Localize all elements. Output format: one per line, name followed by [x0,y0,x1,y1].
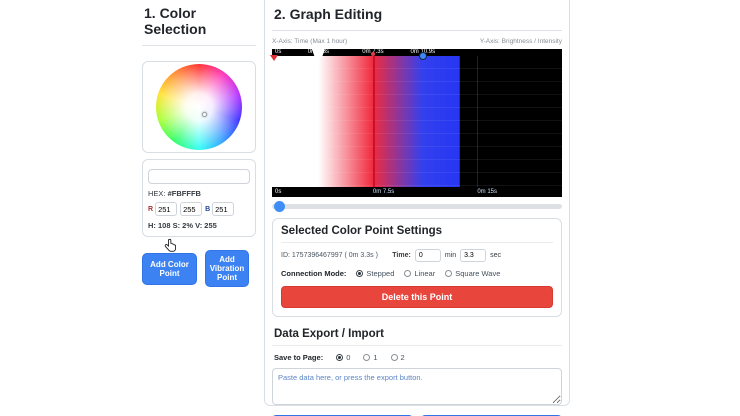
radio-square-wave[interactable]: Square Wave [445,269,500,278]
timeline-scroll-slider[interactable] [272,204,562,209]
radio-page-2-circle[interactable] [391,354,398,361]
selected-time-line [373,56,375,187]
time-minutes-input[interactable] [415,249,441,262]
x-axis-label: X-Axis: Time (Max 1 hour) [272,38,347,45]
radio-page-2-label: 2 [401,353,405,362]
radio-page-1-circle[interactable] [363,354,370,361]
r-input[interactable] [155,202,177,216]
color-selection-title: 1. Color Selection [142,0,256,46]
color-selection-panel: 1. Color Selection HEX: #FBFFFB R G [142,0,256,287]
gridline-15s [477,56,478,187]
y-axis-label: Y-Axis: Brightness / Intensity [480,38,562,45]
delete-point-button[interactable]: Delete this Point [281,286,553,308]
time-group: Time: min sec [392,249,501,262]
slider-handle[interactable] [274,201,285,212]
export-section-title: Data Export / Import [272,328,562,346]
graph-bottom-axis: 0s 0m 7.5s 0m 15s [272,187,562,197]
connection-mode-row: Connection Mode: Stepped Linear Square W… [281,269,553,278]
graph-gradient-plot[interactable] [272,56,562,187]
radio-linear-label: Linear [414,269,435,278]
b-input[interactable] [212,202,234,216]
rgb-row: R G B [148,202,250,216]
min-unit-label: min [445,252,456,259]
data-export-import-section: Data Export / Import Save to Page: 0 1 2 [272,328,562,416]
radio-page-0-circle[interactable] [336,354,343,361]
axis-labels-row: X-Axis: Time (Max 1 hour) Y-Axis: Bright… [272,38,562,45]
color-point-marker-blue[interactable] [419,52,427,60]
left-buttons-row: Add Color Point Add Vibration Point [142,250,256,287]
axis-tick-0s: 0s [275,187,281,197]
color-wheel[interactable] [156,64,242,150]
data-import-textarea[interactable] [272,368,562,405]
radio-page-1[interactable]: 1 [363,353,377,362]
sec-unit-label: sec [490,252,501,259]
app-window: 1. Color Selection HEX: #FBFFFB R G [0,0,740,416]
point-id-text: ID: 1757396467997 ( 0m 3.3s ) [281,252,392,259]
graph-editing-title: 2. Graph Editing [272,5,562,31]
timeline-graph[interactable]: 0s 0m 3.3s 0m 7.3s 0m 10.9s 0s 0m 7.5s 0… [272,49,562,197]
save-to-page-row: Save to Page: 0 1 2 [272,353,562,362]
add-color-point-button[interactable]: Add Color Point [142,253,197,285]
b-label: B [205,206,210,213]
connection-mode-label: Connection Mode: [281,269,346,278]
g-label: G [180,0,185,7]
radio-page-1-label: 1 [373,353,377,362]
color-point-marker-selected[interactable] [312,49,325,58]
axis-tick-15s: 0m 15s [477,187,497,197]
radio-page-0[interactable]: 0 [336,353,350,362]
hex-value: #FBFFFB [168,189,201,198]
radio-page-2[interactable]: 2 [391,353,405,362]
color-point-marker-red[interactable] [371,52,375,56]
playhead-marker[interactable] [270,55,278,61]
radio-square-wave-label: Square Wave [455,269,500,278]
radio-linear[interactable]: Linear [404,269,435,278]
hex-line: HEX: #FBFFFB [148,189,250,198]
graph-editing-panel: 2. Graph Editing X-Axis: Time (Max 1 hou… [264,0,570,406]
color-values-card: HEX: #FBFFFB R G B H: 108 S: 2% V: 255 [142,159,256,237]
radio-stepped-label: Stepped [366,269,394,278]
hex-entry-input[interactable] [148,169,250,184]
add-vibration-point-button[interactable]: Add Vibration Point [205,250,249,287]
hex-label: HEX: [148,189,166,198]
color-wheel-selector-dot[interactable] [202,112,207,117]
radio-linear-circle[interactable] [404,270,411,277]
radio-page-0-label: 0 [346,353,350,362]
color-wheel-card [142,61,256,153]
radio-stepped-circle[interactable] [356,270,363,277]
r-label: R [148,206,153,213]
hsv-readout: H: 108 S: 2% V: 255 [148,221,250,230]
radio-stepped[interactable]: Stepped [356,269,394,278]
g-input[interactable] [180,202,202,216]
time-seconds-input[interactable] [460,249,486,262]
id-time-row: ID: 1757396467997 ( 0m 3.3s ) Time: min … [281,249,553,262]
save-to-page-label: Save to Page: [274,353,323,362]
time-label: Time: [392,252,411,259]
selected-point-settings-card: Selected Color Point Settings ID: 175739… [272,218,562,317]
radio-square-wave-circle[interactable] [445,270,452,277]
axis-tick-7-5s: 0m 7.5s [373,187,394,197]
settings-title: Selected Color Point Settings [281,225,553,243]
